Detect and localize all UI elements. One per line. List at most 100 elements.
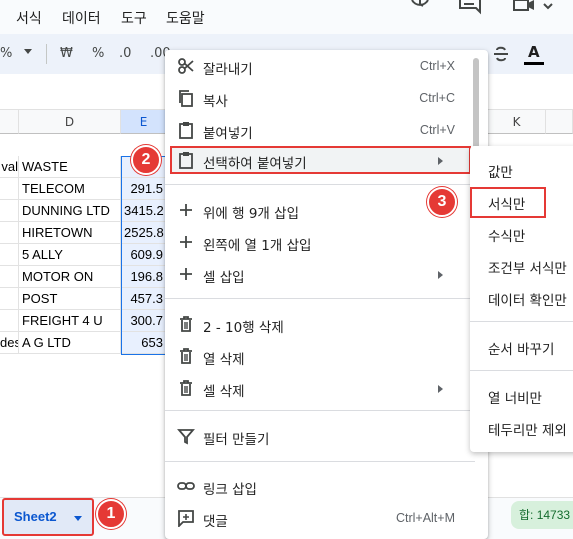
sum-indicator[interactable]: 합: 14733 [511,501,573,529]
zoom-percent[interactable]: % [0,46,12,61]
submenu-item-label: 열 너비만 [488,391,542,407]
submenu-arrow-icon [438,271,443,279]
cell-d[interactable]: HIRETOWN [19,222,121,244]
zoom-dropdown-icon[interactable] [24,49,32,54]
filter-icon [177,427,195,445]
sheet-tab-dropdown-icon[interactable] [74,516,82,521]
cell-d[interactable]: WASTE [19,156,121,178]
cell-d[interactable]: DUNNING LTD [19,200,121,222]
menu-data[interactable]: 데이터 [62,8,101,28]
cell-c[interactable] [0,310,19,332]
sheet-tab-label: Sheet2 [14,509,57,524]
context-menu-scrollbar[interactable] [473,58,479,158]
cell-c[interactable] [0,200,19,222]
menu-item-label: 2 - 10행 삭제 [203,320,284,336]
plus-icon [177,233,195,251]
submenu-item-label: 조건부 서식만 [488,261,567,277]
column-header-e[interactable]: E [121,110,167,134]
submenu-item-conditional-format-only[interactable]: 조건부 서식만 [470,251,573,279]
currency-format-button[interactable]: ₩ [60,46,73,61]
cell-c[interactable] [0,178,19,200]
cell-c[interactable]: des [0,332,19,354]
menu-item-copy[interactable]: 복사 Ctrl+C [165,85,475,113]
meet-icon[interactable] [512,0,556,16]
menu-item-label: 왼쪽에 열 1개 삽입 [203,238,312,254]
menu-divider [165,184,475,185]
menu-item-delete-cells[interactable]: 셀 삭제 [165,375,475,403]
trash-icon [177,347,195,365]
clipboard-icon [177,151,195,169]
step-badge-1: 1 [96,499,126,529]
cell-d[interactable]: TELECOM [19,178,121,200]
submenu-item-all-except-borders[interactable]: 테두리만 제외 [470,413,573,441]
comment-add-icon [177,509,195,529]
cell-c[interactable] [0,244,19,266]
link-icon [177,477,195,495]
submenu-item-transpose[interactable]: 순서 바꾸기 [470,332,573,360]
menu-item-paste[interactable]: 붙여넣기 Ctrl+V [165,117,475,145]
menu-item-label: 셀 삽입 [203,270,245,286]
trash-icon [177,315,195,333]
menu-item-delete-rows[interactable]: 2 - 10행 삭제 [165,311,475,339]
step-badge-2: 2 [131,145,161,175]
menu-item-insert-column-left[interactable]: 왼쪽에 열 1개 삽입 [165,229,475,257]
menu-item-shortcut: Ctrl+Alt+M [395,511,455,525]
submenu-item-label: 값만 [488,165,513,181]
menu-item-label: 링크 삽입 [203,482,257,498]
menu-item-shortcut: Ctrl+C [419,91,455,105]
menu-item-label: 셀 삭제 [203,384,245,400]
context-menu: 잘라내기 Ctrl+X 복사 Ctrl+C 붙여넣기 Ctrl+V 선택하여 붙여넣기 위에 … [165,50,488,539]
sheet-tab[interactable]: Sheet2 [2,498,94,536]
submenu-item-column-width-only[interactable]: 열 너비만 [470,381,573,409]
scissors-icon [177,57,195,75]
column-header-c[interactable] [0,110,19,134]
column-header-l[interactable] [546,110,573,134]
cell-d[interactable]: POST [19,288,121,310]
column-header-k[interactable]: K [488,110,546,134]
cell-c[interactable]: val [0,156,19,178]
submenu-item-data-validation-only[interactable]: 데이터 확인만 [470,283,573,311]
menu-tools[interactable]: 도구 [121,8,147,28]
cell-c[interactable] [0,288,19,310]
menu-item-insert-cells[interactable]: 셀 삽입 [165,261,475,289]
cell-d[interactable]: A G LTD [19,332,121,354]
strikethrough-icon[interactable] [492,46,510,62]
submenu-item-formula-only[interactable]: 수식만 [470,219,573,247]
cell-d[interactable]: MOTOR ON [19,266,121,288]
cell-d[interactable]: 5 ALLY [19,244,121,266]
menu-item-comment[interactable]: 댓글 Ctrl+Alt+M [165,505,475,533]
submenu-item-label: 테두리만 제외 [488,423,567,439]
menu-format[interactable]: 서식 [16,8,42,28]
menu-item-label: 잘라내기 [203,62,253,78]
selection-range [121,156,167,355]
submenu-arrow-icon [438,157,443,165]
submenu-item-values-only[interactable]: 값만 [470,155,573,183]
step-badge-3: 3 [427,187,457,217]
copy-icon [177,89,195,107]
menu-item-insert-link[interactable]: 링크 삽입 [165,473,475,501]
column-header-d[interactable]: D [19,110,121,134]
plus-icon [177,265,195,283]
menu-item-label: 선택하여 붙여넣기 [203,156,307,172]
decrease-decimal-button[interactable]: .0 [119,46,131,61]
menu-divider [165,461,475,462]
plus-icon [177,201,195,219]
menu-help[interactable]: 도움말 [166,8,205,28]
submenu-item-label: 수식만 [488,229,526,245]
text-color-button[interactable]: A [528,43,540,61]
menu-bar: 서식 데이터 도구 도움말 [0,0,573,34]
submenu-divider [470,321,573,322]
menu-item-delete-column[interactable]: 열 삭제 [165,343,475,371]
menu-item-cut[interactable]: 잘라내기 Ctrl+X [165,53,475,81]
comments-icon[interactable] [458,0,482,16]
submenu-arrow-icon [438,385,443,393]
history-icon[interactable] [408,0,432,16]
cell-c[interactable] [0,222,19,244]
menu-item-create-filter[interactable]: 필터 만들기 [165,423,475,451]
cell-c[interactable] [0,266,19,288]
menu-item-paste-special[interactable]: 선택하여 붙여넣기 [165,147,475,175]
trash-icon [177,379,195,397]
text-color-swatch [524,62,544,65]
percent-format-button[interactable]: % [92,46,104,61]
cell-d[interactable]: FREIGHT 4 U [19,310,121,332]
